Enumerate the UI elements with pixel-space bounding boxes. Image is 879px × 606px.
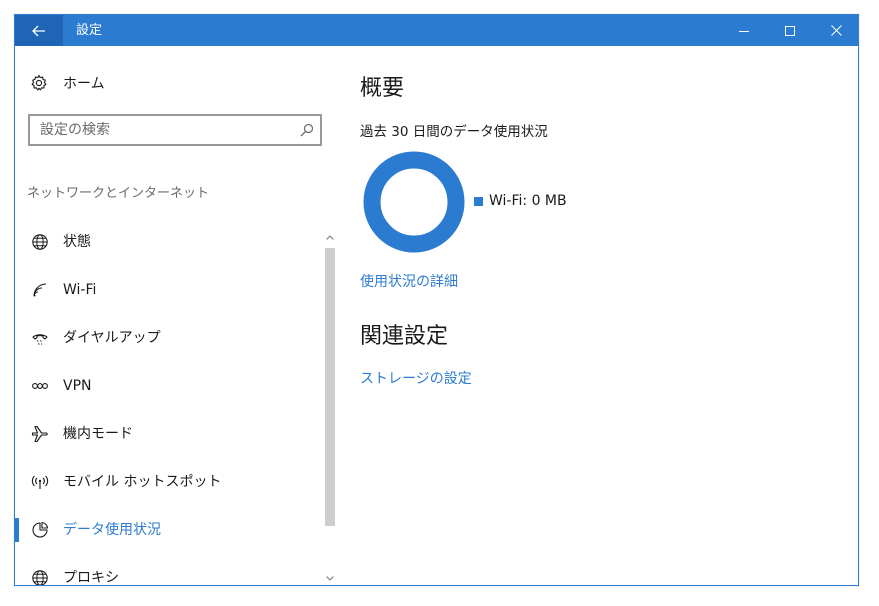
- sidebar-item-dialup[interactable]: ダイヤルアップ: [15, 314, 321, 362]
- legend-swatch: [474, 196, 483, 206]
- gear-icon: [31, 74, 47, 91]
- storage-settings-link[interactable]: ストレージの設定: [360, 368, 472, 388]
- scroll-thumb[interactable]: [325, 248, 335, 526]
- sidebar-item-label: ダイヤルアップ: [63, 330, 161, 346]
- sidebar-item-status[interactable]: 状態: [15, 218, 321, 266]
- data-usage-icon: [32, 521, 49, 538]
- sidebar-scrollbar[interactable]: [323, 230, 337, 585]
- related-settings-heading: 関連設定: [360, 324, 449, 349]
- active-indicator: [15, 518, 19, 542]
- sidebar: ホーム 設定の検索 ネットワークとインターネット 状態 Wi-Fi ダイヤルアッ…: [15, 46, 337, 585]
- back-button[interactable]: [15, 15, 63, 46]
- chevron-up-icon: [326, 234, 334, 240]
- hotspot-icon: [31, 475, 49, 489]
- search-placeholder: 設定の検索: [40, 122, 110, 138]
- scroll-down-button[interactable]: [323, 571, 337, 585]
- minimize-button[interactable]: [721, 15, 767, 46]
- search-icon: [300, 123, 314, 137]
- legend-label: Wi-Fi: 0 MB: [489, 193, 567, 209]
- chevron-down-icon: [326, 575, 334, 581]
- maximize-button[interactable]: [767, 15, 813, 46]
- sidebar-item-mobile-hotspot[interactable]: モバイル ホットスポット: [15, 458, 321, 506]
- chart-legend: Wi-Fi: 0 MB: [474, 192, 567, 210]
- sidebar-item-label: データ使用状況: [63, 522, 161, 538]
- sidebar-item-proxy[interactable]: プロキシ: [15, 554, 321, 585]
- sidebar-item-label: 機内モード: [63, 426, 133, 442]
- sidebar-item-label: プロキシ: [63, 570, 119, 585]
- sidebar-item-data-usage[interactable]: データ使用状況: [15, 506, 321, 554]
- dialup-icon: [32, 334, 48, 345]
- sidebar-item-label: 状態: [63, 234, 91, 250]
- sidebar-item-label: Wi-Fi: [63, 282, 97, 298]
- sidebar-item-airplane-mode[interactable]: 機内モード: [15, 410, 321, 458]
- usage-details-link[interactable]: 使用状況の詳細: [360, 271, 458, 291]
- search-input[interactable]: 設定の検索: [28, 114, 322, 146]
- close-button[interactable]: [813, 15, 859, 46]
- sidebar-item-label: モバイル ホットスポット: [63, 474, 222, 490]
- sidebar-item-wifi[interactable]: Wi-Fi: [15, 266, 321, 314]
- back-arrow-icon: [32, 25, 45, 36]
- settings-window: 設定 ホーム 設定の検索 ネットワークとインターネット 状態 Wi-Fi ダイヤ…: [14, 14, 859, 586]
- minimize-icon: [739, 30, 749, 32]
- airplane-icon: [31, 425, 48, 443]
- home-link[interactable]: ホーム: [15, 72, 315, 96]
- sidebar-item-label: VPN: [63, 378, 92, 394]
- wifi-icon: [33, 283, 47, 297]
- maximize-icon: [785, 25, 795, 36]
- close-icon: [830, 25, 842, 36]
- title-bar: 設定: [15, 15, 858, 46]
- section-label: ネットワークとインターネット: [27, 186, 210, 201]
- usage-donut-chart: [363, 151, 465, 253]
- page-title: 概要: [360, 76, 405, 101]
- window-title: 設定: [76, 23, 103, 38]
- globe-icon: [32, 570, 48, 585]
- sidebar-item-vpn[interactable]: VPN: [15, 362, 321, 410]
- main-content: 概要 過去 30 日間のデータ使用状況 Wi-Fi: 0 MB 使用状況の詳細 …: [337, 46, 858, 585]
- scroll-up-button[interactable]: [323, 230, 337, 244]
- usage-period-text: 過去 30 日間のデータ使用状況: [360, 124, 548, 140]
- globe-status-icon: [32, 234, 48, 250]
- home-label: ホーム: [63, 76, 105, 92]
- vpn-icon: [32, 382, 48, 390]
